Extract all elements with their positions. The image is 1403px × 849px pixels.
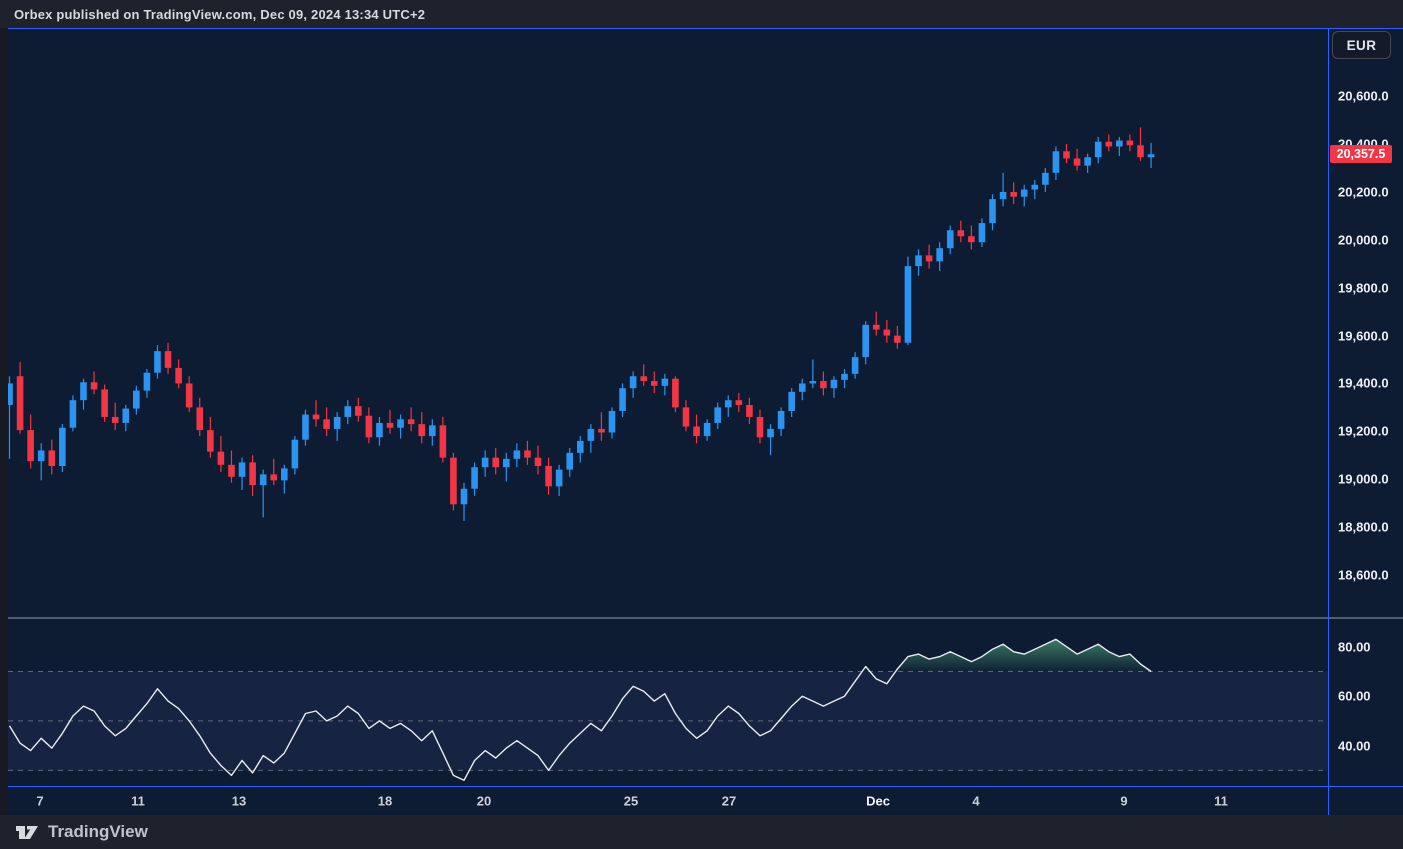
time-axis-label: Dec — [866, 793, 890, 808]
tradingview-logo-icon[interactable] — [14, 822, 40, 842]
main-chart-svg[interactable] — [0, 28, 1403, 815]
price-axis-label: 20,400.0 — [1338, 137, 1389, 152]
price-axis-label: 19,200.0 — [1338, 424, 1389, 439]
time-axis-label: 18 — [378, 793, 392, 808]
tradingview-published-chart: Orbex published on TradingView.com, Dec … — [0, 0, 1403, 849]
price-axis-label: 19,000.0 — [1338, 472, 1389, 487]
time-axis-label: 20 — [477, 793, 491, 808]
candles-series — [6, 127, 1154, 521]
price-axis-label: 20,600.0 — [1338, 89, 1389, 104]
footer-bar: TradingView — [0, 815, 1403, 849]
rsi-axis-label: 60.00 — [1338, 689, 1371, 704]
time-axis-label: 9 — [1120, 793, 1127, 808]
price-axis-label: 19,400.0 — [1338, 376, 1389, 391]
rsi-axis-label: 80.00 — [1338, 639, 1371, 654]
price-axis-label: 20,000.0 — [1338, 232, 1389, 247]
currency-button-label: EUR — [1347, 38, 1377, 53]
time-axis[interactable]: 7 11 13 18 20 25 27 Dec 4 9 11 — [0, 786, 1328, 815]
left-margin-strip — [0, 28, 8, 815]
rsi-axis-label: 40.00 — [1338, 738, 1371, 753]
price-axis-label: 18,800.0 — [1338, 520, 1389, 535]
price-axis-label: 19,800.0 — [1338, 280, 1389, 295]
time-axis-label: 11 — [131, 793, 145, 808]
time-axis-label: 7 — [36, 793, 43, 808]
time-axis-label: 4 — [972, 793, 979, 808]
time-axis-label: 25 — [624, 793, 638, 808]
price-axis-label: 20,200.0 — [1338, 184, 1389, 199]
price-axis[interactable]: 20,600.0 20,400.0 20,200.0 20,000.0 19,800.0… — [1328, 28, 1403, 786]
time-axis-label: 13 — [232, 793, 246, 808]
header-title: Orbex published on TradingView.com, Dec … — [14, 7, 425, 22]
footer-brand[interactable]: TradingView — [48, 822, 148, 842]
price-axis-label: 18,600.0 — [1338, 567, 1389, 582]
header-bar: Orbex published on TradingView.com, Dec … — [0, 0, 1403, 28]
currency-button[interactable]: EUR — [1332, 31, 1391, 59]
price-axis-label: 19,600.0 — [1338, 328, 1389, 343]
rsi-pane — [8, 639, 1328, 780]
time-axis-label: 27 — [722, 793, 736, 808]
time-axis-label: 11 — [1214, 793, 1228, 808]
